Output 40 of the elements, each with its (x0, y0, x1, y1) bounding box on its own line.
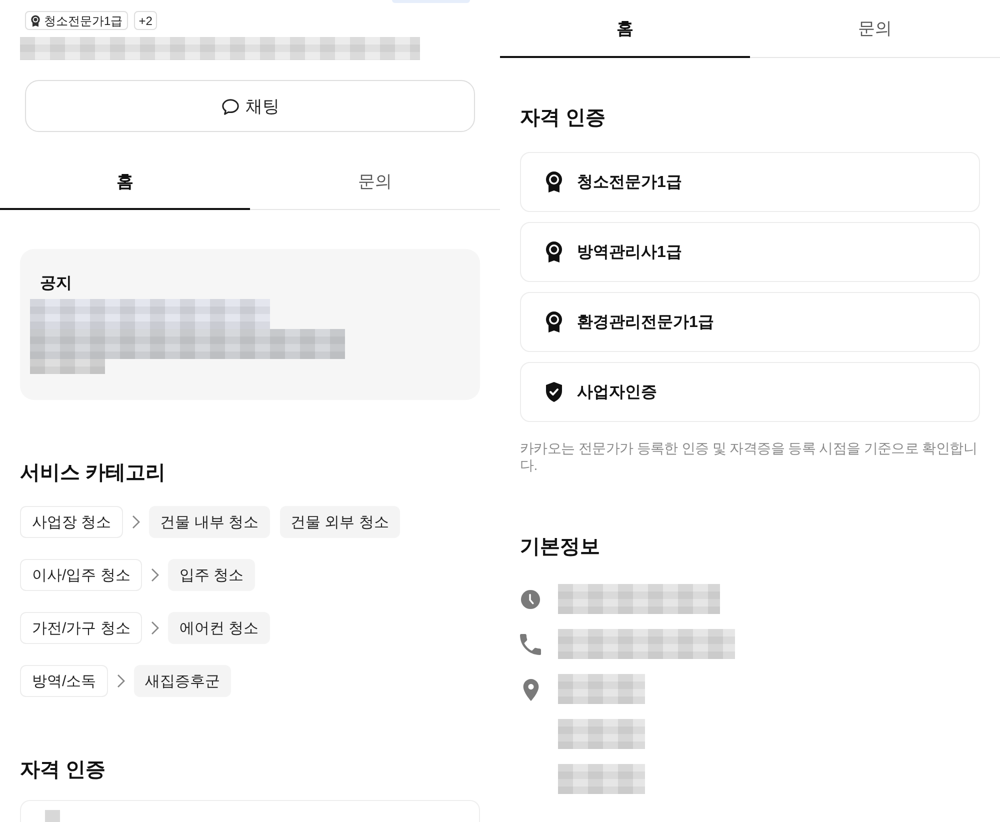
shield-check-icon (544, 381, 564, 403)
chevron-right-icon (151, 568, 160, 582)
certificate-name: 환경관리전문가1급 (577, 312, 714, 332)
note-text: 카카오는 전문가가 등록한 인증 및 자격증을 등록 시점을 기준으로 확인합니다. (520, 440, 978, 474)
section-title: 자격 인증 (520, 106, 607, 131)
medal-icon (544, 171, 564, 193)
phone-icon (520, 634, 541, 655)
badge-text: 청소전문가1급 (44, 14, 123, 28)
certificate-name: 방역관리사1급 (577, 242, 682, 262)
speech-bubble-icon (220, 96, 240, 116)
subcategory-chip: 에어컨 청소 (168, 612, 270, 644)
category-chip: 방역/소독 (20, 665, 108, 697)
tab[interactable]: 홈 (0, 155, 250, 210)
section-title: 자격 인증 (20, 758, 107, 783)
clock-icon (520, 589, 541, 610)
location-pin-icon (523, 679, 539, 701)
medal-icon (30, 14, 41, 26)
section-title: 서비스 카테고리 (20, 461, 167, 486)
chevron-right-icon (132, 515, 140, 529)
certificate-name: 청소전문가1급 (577, 172, 682, 192)
category-chip: 이사/입주 청소 (20, 559, 142, 591)
chevron-right-icon (117, 674, 126, 688)
subcategory-chip: 입주 청소 (168, 559, 255, 591)
tab[interactable]: 문의 (250, 155, 500, 210)
section-title: 기본정보 (520, 535, 601, 560)
category-chip: 가전/가구 청소 (20, 612, 142, 644)
medal-icon (544, 241, 564, 263)
category-chip: 사업장 청소 (20, 506, 124, 538)
chevron-right-icon (151, 621, 160, 635)
subcategory-chip: 건물 내부 청소 (149, 506, 270, 538)
chat-button[interactable]: 채팅 (25, 80, 475, 132)
tab[interactable]: 문의 (750, 0, 1000, 58)
subcategory-chip: 새집증후군 (134, 665, 232, 697)
tab[interactable]: 홈 (500, 0, 750, 58)
badge-text: +2 (138, 14, 152, 28)
subcategory-chip: 건물 외부 청소 (280, 506, 400, 538)
notice-title: 공지 (40, 274, 73, 294)
medal-icon (544, 311, 564, 333)
pixelated-text-placeholder (45, 810, 60, 822)
certificate-name: 사업자인증 (577, 382, 657, 402)
